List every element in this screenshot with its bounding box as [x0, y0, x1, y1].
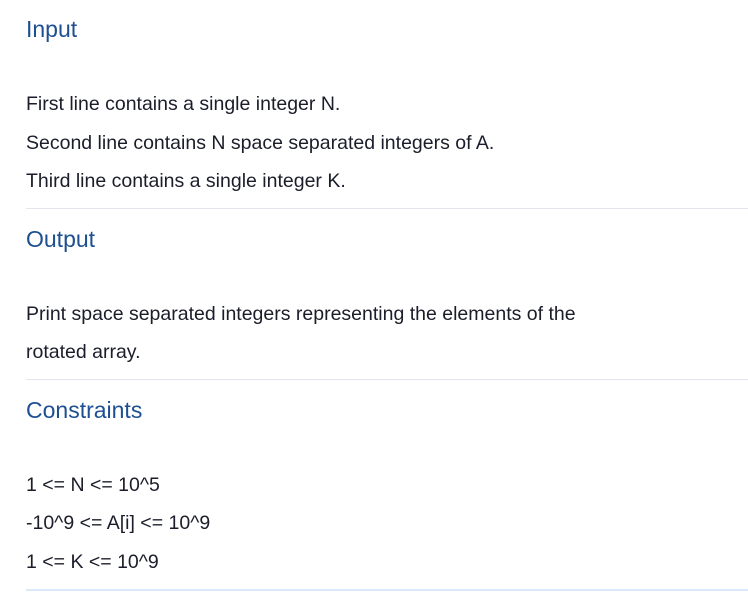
output-heading: Output	[26, 225, 96, 252]
constraint-line: -10^9 <= A[i] <= 10^9	[26, 512, 211, 534]
output-line: rotated array.	[26, 341, 141, 363]
constraint-line: 1 <= K <= 10^9	[26, 550, 159, 573]
input-section: Input First line contains a single integ…	[26, 0, 748, 209]
output-section: Output Print space separated integers re…	[26, 209, 748, 380]
output-line: Print space separated integers represent…	[26, 302, 576, 325]
constraints-section: Constraints 1 <= N <= 10^5 -10^9 <= A[i]…	[26, 380, 748, 591]
constraint-line: 1 <= N <= 10^5	[26, 473, 160, 496]
problem-statement: Input First line contains a single integ…	[0, 0, 748, 591]
input-line: Second line contains N space separated i…	[26, 131, 495, 154]
input-line: First line contains a single integer N.	[26, 93, 341, 115]
constraints-heading: Constraints	[26, 396, 143, 423]
input-heading: Input	[26, 16, 78, 42]
input-line: Third line contains a single integer K.	[26, 170, 346, 192]
